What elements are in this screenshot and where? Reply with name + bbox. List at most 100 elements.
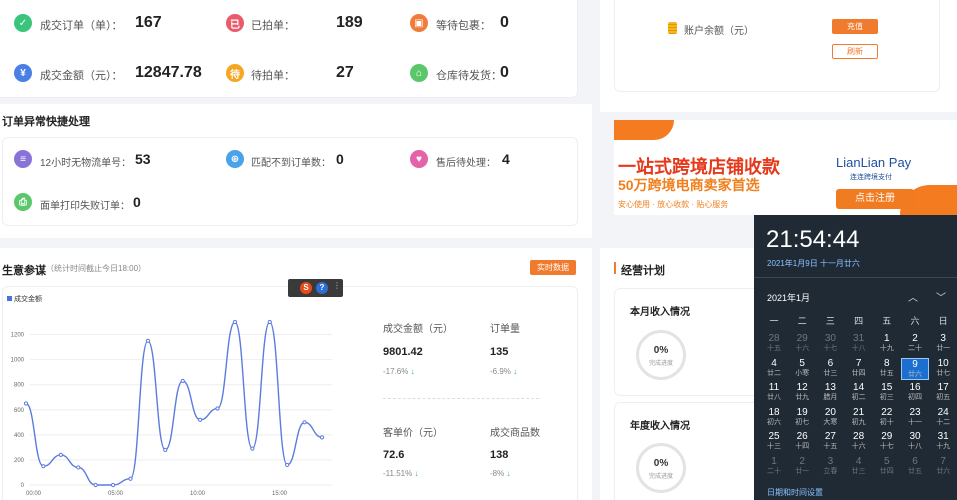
calendar-day[interactable]: 5 小寒 (788, 358, 816, 380)
calendar-day[interactable]: 10 廿七 (929, 358, 957, 380)
next-month-icon[interactable]: ﹀ (936, 289, 946, 304)
calendar-day[interactable]: 2 二十 (901, 333, 929, 355)
lunar-date: 廿一 (936, 345, 951, 352)
calendar-day[interactable]: 29 十六 (788, 333, 816, 355)
day-number: 29 (796, 333, 808, 344)
calendar-day[interactable]: 22 初十 (873, 407, 901, 429)
stat-label: 已拍单： (251, 20, 295, 32)
calendar-day[interactable]: 7 廿四 (845, 358, 873, 380)
calendar-day[interactable]: 2 廿一 (788, 456, 816, 478)
document-icon: ≡ (14, 150, 32, 168)
calendar-day[interactable]: 9 廿六 (901, 357, 929, 380)
lunar-date: 十六 (851, 443, 866, 450)
date-time-settings-link[interactable]: 日期和时间设置 (767, 487, 823, 498)
day-number: 13 (824, 382, 836, 393)
calendar-day[interactable]: 14 初二 (845, 382, 873, 404)
calendar-day[interactable]: 1 十九 (873, 333, 901, 355)
calendar-day[interactable]: 28 十五 (760, 333, 788, 355)
kpi-value: 72.6 (383, 449, 405, 461)
arrow-down-icon: ↓ (506, 469, 511, 478)
kpi-label: 成交商品数 (490, 428, 540, 439)
exception-value[interactable]: 4 (502, 151, 510, 167)
kpi-value: 135 (490, 346, 509, 358)
plan-accent-bar (614, 262, 616, 274)
day-number: 31 (937, 431, 949, 442)
calendar-day[interactable]: 21 初九 (845, 407, 873, 429)
calendar-day[interactable]: 25 十三 (760, 431, 788, 453)
day-number: 23 (909, 406, 921, 418)
calendar-day[interactable]: 20 大寒 (816, 407, 844, 429)
data-point (198, 417, 203, 422)
refresh-button[interactable]: 刷新 (832, 44, 878, 59)
calendar-day[interactable]: 6 廿三 (816, 358, 844, 380)
data-point (76, 465, 81, 470)
realtime-data-button[interactable]: 实时数据 (530, 260, 576, 275)
exception-value[interactable]: 53 (135, 151, 151, 167)
exception-value[interactable]: 0 (336, 151, 344, 167)
calendar-day[interactable]: 31 十八 (845, 333, 873, 355)
stat-label: 成交金额（元）： (40, 70, 123, 82)
day-number: 28 (853, 431, 865, 442)
data-point (180, 378, 185, 384)
calendar-day[interactable]: 7 廿六 (929, 456, 957, 478)
calendar-day[interactable]: 8 廿五 (873, 358, 901, 380)
exception-value[interactable]: 0 (133, 194, 141, 210)
lunar-date: 廿一 (795, 467, 810, 475)
calendar-day[interactable]: 5 廿四 (873, 456, 901, 478)
stat-value[interactable]: 189 (336, 14, 363, 32)
calendar-day[interactable]: 27 十五 (816, 431, 844, 453)
calendar-day[interactable]: 28 十六 (845, 431, 873, 453)
calendar-day[interactable]: 30 十八 (901, 431, 929, 453)
calendar-day[interactable]: 18 初六 (760, 407, 788, 429)
calendar-day[interactable]: 15 初三 (873, 382, 901, 404)
calendar-day[interactable]: 24 十二 (929, 407, 957, 429)
data-point (128, 476, 133, 481)
calendar-day[interactable]: 17 初五 (929, 382, 957, 404)
calendar-day[interactable]: 1 二十 (760, 456, 788, 478)
calendar-day[interactable]: 31 十九 (929, 431, 957, 453)
y-axis-ticks: 0 200 400 600 800 1000 1200 (11, 333, 25, 489)
weekday-label: 六 (910, 316, 920, 326)
stat-value[interactable]: 0 (500, 64, 509, 82)
weekday-label: 一 (769, 316, 779, 326)
lunar-date: 十七 (823, 345, 838, 352)
stat-value[interactable]: 27 (336, 64, 354, 82)
calendar-day[interactable]: 29 十七 (873, 431, 901, 453)
calendar-day[interactable]: 16 初四 (901, 382, 929, 404)
weekday-label: 二 (797, 316, 807, 326)
y-tick-label: 1200 (11, 333, 25, 339)
day-number: 31 (853, 333, 865, 344)
calendar-day[interactable]: 13 腊月 (816, 382, 844, 404)
kpi-value: 9801.42 (383, 346, 423, 358)
calendar-day[interactable]: 12 廿九 (788, 382, 816, 404)
stat-label: 成交订单（单）： (40, 20, 123, 32)
package-icon: ▣ (410, 14, 428, 32)
stat-value[interactable]: 12847.78 (135, 64, 202, 82)
day-number: 1 (884, 333, 890, 344)
calendar-day[interactable]: 30 十七 (816, 333, 844, 355)
clock-date[interactable]: 2021年1月9日 十一月廿六 (767, 258, 860, 269)
calendar-day[interactable]: 6 廿五 (901, 456, 929, 478)
legend-swatch (7, 296, 12, 301)
calendar-day[interactable]: 19 初七 (788, 407, 816, 429)
monthly-title: 本月收入情况 (630, 307, 690, 318)
calendar-day[interactable]: 4 廿二 (760, 358, 788, 380)
calendar-month[interactable]: 2021年1月 (767, 291, 810, 304)
calendar-day[interactable]: 3 廿一 (929, 333, 957, 355)
lunar-date: 十一 (908, 418, 922, 426)
calendar-day[interactable]: 23 十一 (901, 407, 929, 429)
day-number: 17 (937, 382, 949, 393)
stat-value[interactable]: 167 (135, 14, 162, 32)
stat-value[interactable]: 0 (500, 14, 509, 32)
calendar-day[interactable]: 26 十四 (788, 431, 816, 453)
calendar-day[interactable]: 4 廿三 (845, 456, 873, 478)
register-button[interactable]: 点击注册 (836, 189, 914, 209)
target-icon: ⊕ (226, 150, 244, 168)
recharge-button[interactable]: 充值 (832, 19, 878, 34)
calendar-day[interactable]: 3 立春 (816, 456, 844, 478)
lunar-date: 十五 (823, 443, 838, 450)
day-number: 22 (881, 406, 893, 418)
more-icon[interactable]: ⋮ (333, 281, 341, 290)
calendar-day[interactable]: 11 廿八 (760, 382, 788, 404)
prev-month-icon[interactable]: ︿ (908, 289, 918, 304)
